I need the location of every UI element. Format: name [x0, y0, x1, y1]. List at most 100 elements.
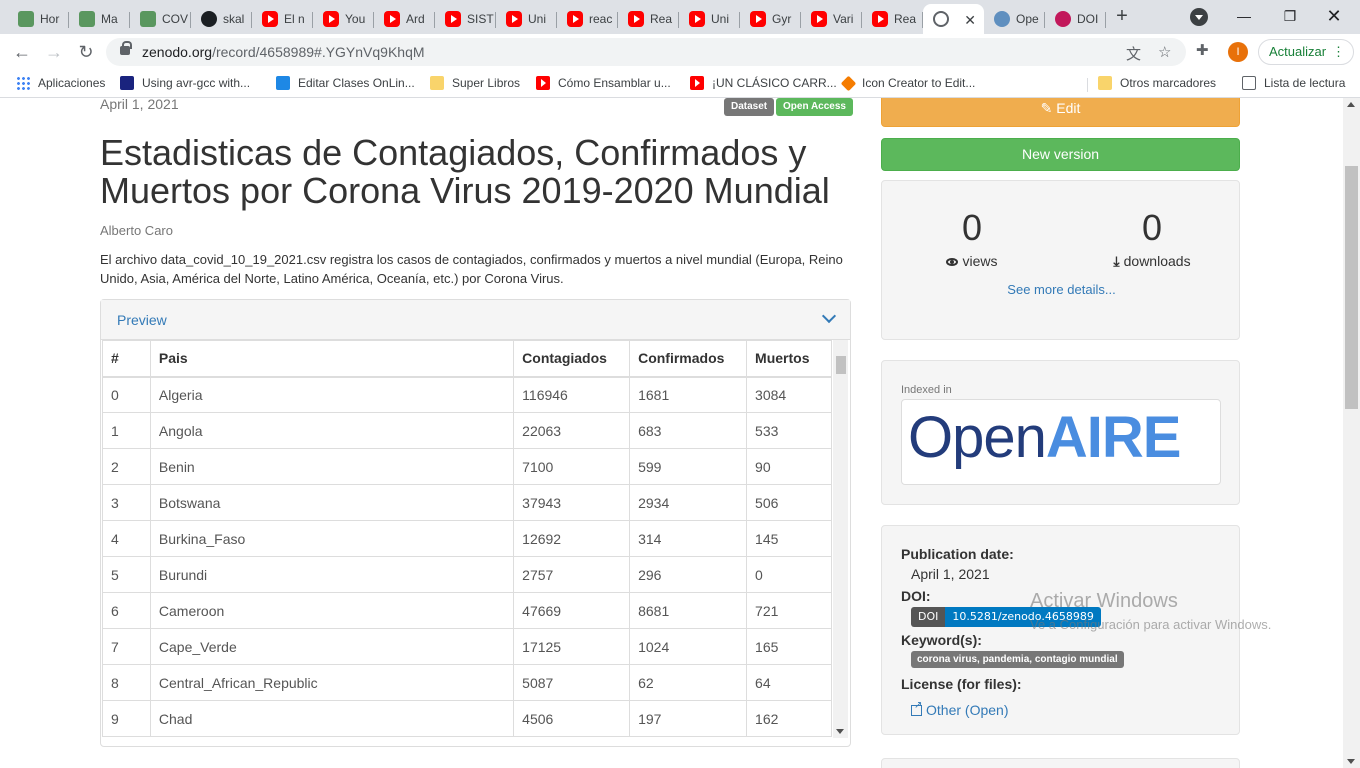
openaire-panel: Indexed in OpenAIRE — [881, 360, 1240, 505]
update-button[interactable]: Actualizar — [1258, 39, 1354, 65]
license-link[interactable]: Other (Open) — [911, 700, 1008, 718]
table-cell: 721 — [746, 592, 832, 629]
browser-tab[interactable]: skal — [191, 4, 252, 34]
browser-tab[interactable]: reac — [557, 4, 618, 34]
browser-tab[interactable]: El n — [252, 4, 313, 34]
license-label: License (for files): — [901, 676, 1022, 692]
browser-tab[interactable]: SIST — [435, 4, 496, 34]
eye-icon — [946, 258, 959, 267]
chevron-down-icon[interactable] — [821, 308, 837, 324]
see-more-details-link[interactable]: See more details... — [882, 282, 1241, 297]
youtube-icon — [445, 11, 461, 27]
table-cell: 2934 — [629, 484, 748, 521]
ecdc-icon — [140, 11, 156, 27]
downloads-count: 0 — [1141, 207, 1163, 248]
bookmark-item[interactable]: Super Libros — [430, 76, 520, 90]
preview-header[interactable]: Preview — [101, 300, 850, 340]
close-window-icon[interactable]: ✕ — [1322, 4, 1346, 28]
edit-button[interactable]: ✎ Edit — [881, 98, 1240, 127]
preview-scrollbar[interactable] — [833, 340, 848, 738]
tab-label: Hor — [40, 12, 60, 26]
tab-label: reac — [589, 12, 613, 26]
browser-tab[interactable]: COV — [130, 4, 191, 34]
browser-tab[interactable]: You — [313, 4, 374, 34]
scroll-up-arrow-icon[interactable] — [1347, 102, 1355, 107]
table-cell: 4506 — [513, 700, 631, 737]
new-tab-button[interactable]: + — [1112, 6, 1132, 26]
table-cell: 8 — [102, 664, 151, 701]
table-header-row: # Pais Contagiados Confirmados Muertos — [102, 340, 832, 378]
page-scrollbar-thumb[interactable] — [1345, 166, 1358, 409]
keywords-badge: corona virus, pandemia, contagio mundial — [911, 651, 1124, 668]
openaire-logo[interactable]: OpenAIRE — [901, 399, 1221, 485]
bookmark-item[interactable]: Cómo Ensamblar u... — [536, 76, 671, 90]
browser-tab[interactable]: Vari — [801, 4, 862, 34]
preview-scrollbar-thumb[interactable] — [836, 356, 846, 374]
table-row: 8 Central_African_Republic 5087 62 64 — [102, 664, 832, 701]
page-scrollbar[interactable] — [1343, 98, 1360, 768]
browser-tab[interactable]: Gyr — [740, 4, 801, 34]
table-cell: 314 — [629, 520, 748, 557]
minimize-icon[interactable]: — — [1232, 4, 1256, 28]
preview-panel: Preview # Pais Contagiados Confirmados M… — [100, 299, 851, 747]
close-tab-icon[interactable]: ✕ — [964, 12, 976, 29]
translate-icon[interactable]: 文 — [1126, 43, 1141, 64]
browser-tab[interactable]: Uni — [496, 4, 557, 34]
table-cell: Angola — [149, 412, 515, 449]
folder-icon — [1098, 76, 1112, 90]
record-author[interactable]: Alberto Caro — [100, 223, 173, 238]
github-icon — [201, 11, 217, 27]
table-cell: 165 — [746, 628, 832, 665]
table-row: 6 Cameroon 47669 8681 721 — [102, 592, 832, 629]
youtube-icon — [750, 11, 766, 27]
other-bookmarks[interactable]: Otros marcadores — [1098, 76, 1216, 90]
icon-creator-icon — [840, 75, 857, 91]
column-header: Muertos — [746, 340, 832, 378]
browser-tab[interactable]: ✕ — [923, 4, 984, 34]
tab-search-icon[interactable] — [1190, 8, 1208, 26]
browser-tab[interactable]: Hor — [8, 4, 69, 34]
preview-table: # Pais Contagiados Confirmados Muertos 0… — [102, 340, 832, 737]
tab-label: El n — [284, 12, 305, 26]
browser-tab[interactable]: Rea — [862, 4, 923, 34]
address-bar[interactable]: zenodo.org/record/4658989#.YGYnVq9KhqM 文… — [106, 38, 1186, 66]
restore-icon[interactable]: ❐ — [1278, 4, 1302, 28]
lock-icon[interactable] — [120, 41, 132, 55]
column-header: Pais — [149, 340, 515, 378]
scroll-down-arrow-icon[interactable] — [1347, 759, 1355, 764]
folder-icon — [430, 76, 444, 90]
browser-toolbar: ← → ↻ zenodo.org/record/4658989#.YGYnVq9… — [0, 34, 1360, 70]
bookmark-item[interactable]: Using avr-gcc with... — [120, 76, 250, 90]
browser-tab[interactable]: Rea — [618, 4, 679, 34]
reload-icon[interactable]: ↻ — [74, 40, 98, 64]
youtube-icon — [262, 11, 278, 27]
browser-tab[interactable]: Ope — [984, 4, 1045, 34]
browser-tab[interactable]: Uni — [679, 4, 740, 34]
scroll-down-arrow-icon[interactable] — [836, 729, 844, 734]
avr-icon — [120, 76, 134, 90]
preview-table-container: # Pais Contagiados Confirmados Muertos 0… — [102, 340, 849, 738]
next-panel — [881, 758, 1240, 768]
extensions-icon[interactable]: ✚ — [1196, 41, 1209, 59]
table-cell: 1 — [102, 412, 151, 449]
browser-tab[interactable]: Ma — [69, 4, 130, 34]
forward-arrow-icon[interactable]: → — [42, 40, 66, 64]
bookmark-item[interactable]: Icon Creator to Edit... — [840, 75, 975, 91]
browser-tab[interactable]: DOI — [1045, 4, 1106, 34]
table-cell: 116946 — [513, 376, 631, 413]
browser-tab[interactable]: Ard — [374, 4, 435, 34]
new-version-button[interactable]: New version — [881, 138, 1240, 171]
back-arrow-icon[interactable]: ← — [10, 40, 34, 64]
bookmark-item[interactable]: ¡UN CLÁSICO CARR... — [690, 76, 837, 90]
bookmark-item[interactable]: Aplicaciones — [16, 76, 105, 90]
reading-list[interactable]: Lista de lectura — [1242, 76, 1345, 90]
bookmark-star-icon[interactable]: ☆ — [1158, 43, 1171, 61]
views-label: views — [882, 253, 1062, 269]
table-row: 9 Chad 4506 197 162 — [102, 700, 832, 737]
record-title: Estadisticas de Contagiados, Confirmados… — [100, 132, 830, 211]
tab-label: Uni — [711, 12, 730, 26]
url-text[interactable]: zenodo.org/record/4658989#.YGYnVq9KhqM — [142, 44, 425, 60]
preview-title[interactable]: Preview — [117, 312, 167, 328]
bookmark-item[interactable]: Editar Clases OnLin... — [276, 76, 415, 90]
profile-avatar[interactable]: I — [1228, 42, 1248, 62]
